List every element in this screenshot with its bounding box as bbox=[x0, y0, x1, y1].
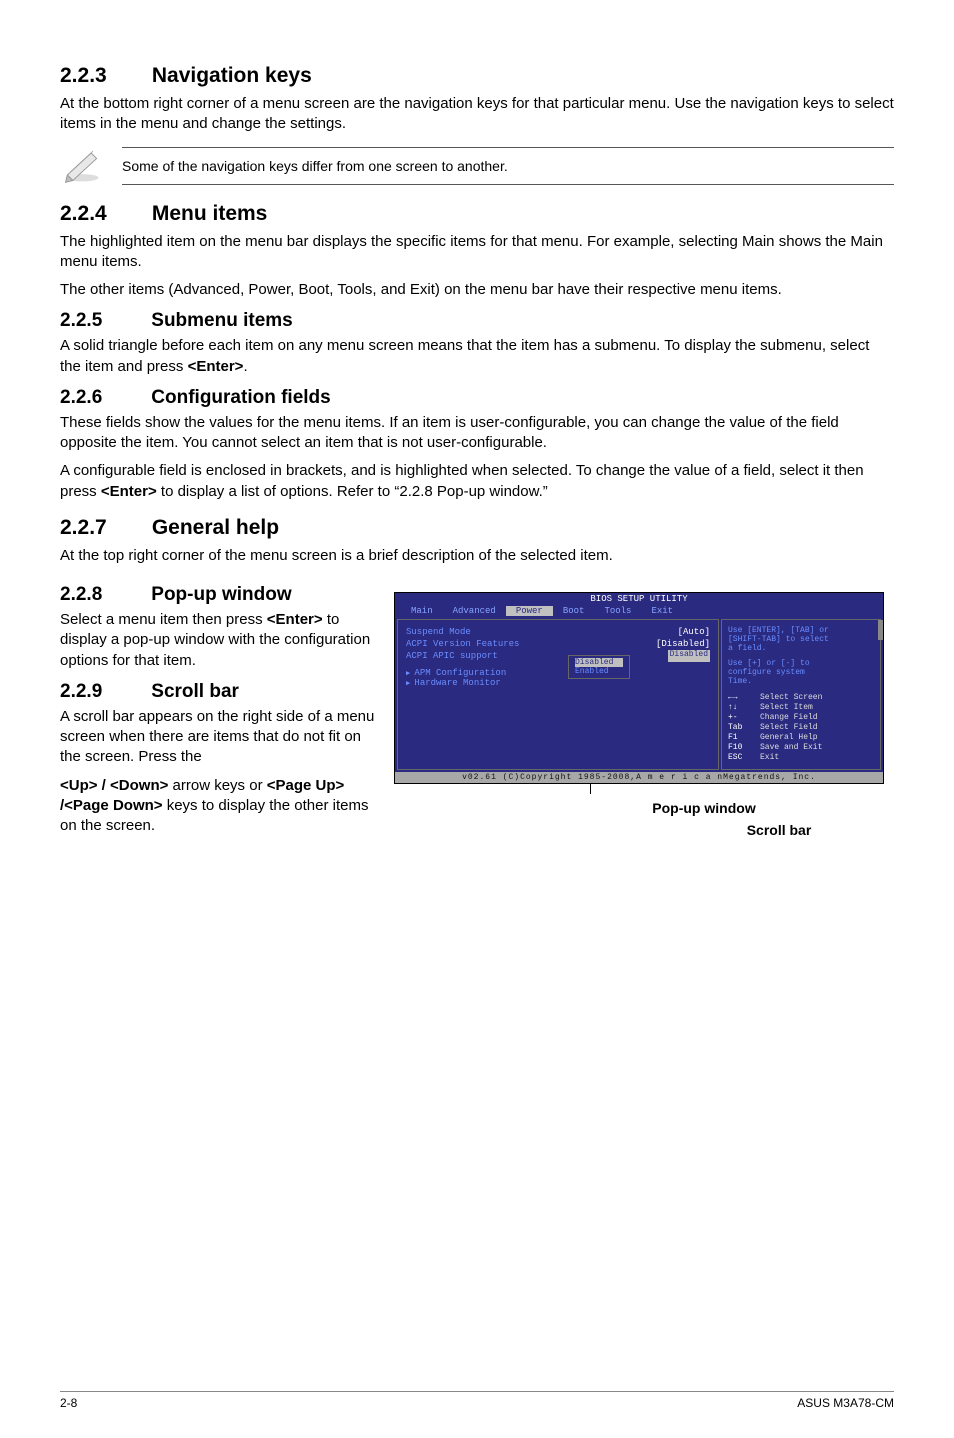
sectitle: Pop-up window bbox=[151, 584, 291, 605]
secnum: 2.2.7 bbox=[60, 516, 146, 540]
sectitle: General help bbox=[152, 516, 279, 539]
caption-popup: Pop-up window bbox=[514, 800, 894, 816]
bios-popup[interactable]: Disabled Enabled bbox=[568, 655, 630, 679]
nav-text: General Help bbox=[760, 733, 818, 743]
bios-screenshot: BIOS SETUP UTILITY Main Advanced Power B… bbox=[394, 592, 884, 784]
bios-help-line: a field. bbox=[728, 644, 874, 653]
nav-key: F1 bbox=[728, 733, 754, 743]
para-226-1: These fields show the values for the men… bbox=[60, 413, 894, 454]
bios-nav-block: ←→ Select Screen ↑↓ Select Item +- Change F… bbox=[728, 693, 874, 763]
nav-text: Select Item bbox=[760, 703, 813, 713]
secnum: 2.2.5 bbox=[60, 310, 146, 332]
text: . bbox=[243, 358, 247, 375]
heading-224: 2.2.4 Menu items bbox=[60, 202, 894, 226]
text: to display a list of options. Refer to “… bbox=[157, 483, 548, 500]
text: arrow keys or bbox=[168, 777, 266, 794]
sectitle: Navigation keys bbox=[152, 64, 312, 87]
para-223-1: At the bottom right corner of a menu scr… bbox=[60, 94, 894, 135]
heading-226: 2.2.6 Configuration fields bbox=[60, 387, 894, 409]
note-row: Some of the navigation keys differ from … bbox=[60, 145, 894, 188]
bios-popup-option[interactable]: Enabled bbox=[575, 667, 623, 676]
bios-tab-tools[interactable]: Tools bbox=[594, 606, 641, 616]
secnum: 2.2.8 bbox=[60, 584, 146, 606]
nav-key: +- bbox=[728, 713, 754, 723]
bios-popup-option[interactable]: Disabled bbox=[575, 658, 623, 667]
bios-row[interactable]: ACPI Version Features [Disabled] bbox=[406, 638, 710, 650]
note-text: Some of the navigation keys differ from … bbox=[122, 147, 894, 185]
para-228-1: Select a menu item then press <Enter> to… bbox=[60, 610, 380, 671]
bios-right-pane: Use [ENTER], [TAB] or [SHIFT-TAB] to sel… bbox=[721, 619, 881, 770]
bios-help-line: Time. bbox=[728, 677, 874, 686]
para-229-1: A scroll bar appears on the right side o… bbox=[60, 707, 380, 768]
text: Select a menu item then press bbox=[60, 611, 267, 628]
key-enter: <Enter> bbox=[188, 358, 244, 375]
nav-key: ↑↓ bbox=[728, 703, 754, 713]
bios-label: ACPI Version Features bbox=[406, 638, 519, 650]
heading-228: 2.2.8 Pop-up window bbox=[60, 584, 380, 606]
nav-key: ←→ bbox=[728, 693, 754, 703]
bios-tab-power[interactable]: Power bbox=[506, 606, 553, 616]
bios-label: ACPI APIC support bbox=[406, 650, 498, 662]
bios-help-line: [SHIFT-TAB] to select bbox=[728, 635, 874, 644]
bios-value: [Disabled] bbox=[656, 638, 710, 650]
secnum: 2.2.3 bbox=[60, 64, 146, 88]
bios-menubar: Main Advanced Power Boot Tools Exit bbox=[395, 605, 883, 617]
sectitle: Scroll bar bbox=[151, 681, 239, 702]
para-225-1: A solid triangle before each item on any… bbox=[60, 336, 894, 377]
pencil-icon bbox=[60, 145, 104, 188]
product-name: ASUS M3A78-CM bbox=[797, 1396, 894, 1410]
caption-scrollbar: Scroll bar bbox=[664, 822, 894, 838]
bios-footer: v02.61 (C)Copyright 1985-2008,A m e r i … bbox=[395, 772, 883, 783]
para-224-1: The highlighted item on the menu bar dis… bbox=[60, 232, 894, 273]
para-224-2: The other items (Advanced, Power, Boot, … bbox=[60, 280, 894, 300]
nav-key: F10 bbox=[728, 743, 754, 753]
bios-tab-exit[interactable]: Exit bbox=[641, 606, 683, 616]
bios-left-pane: Suspend Mode [Auto] ACPI Version Feature… bbox=[397, 619, 719, 770]
bios-help-line: configure system bbox=[728, 668, 874, 677]
key-enter: <Enter> bbox=[101, 483, 157, 500]
heading-227: 2.2.7 General help bbox=[60, 516, 894, 540]
sectitle: Menu items bbox=[152, 202, 268, 225]
nav-key: Tab bbox=[728, 723, 754, 733]
sectitle: Submenu items bbox=[151, 310, 292, 331]
nav-text: Select Field bbox=[760, 723, 818, 733]
bios-submenu[interactable]: Hardware Monitor bbox=[406, 678, 710, 688]
scrollbar-handle[interactable] bbox=[878, 620, 883, 640]
key-enter: <Enter> bbox=[267, 611, 323, 628]
sectitle: Configuration fields bbox=[151, 387, 330, 408]
nav-text: Change Field bbox=[760, 713, 818, 723]
nav-text: Select Screen bbox=[760, 693, 822, 703]
bios-submenu[interactable]: APM Configuration bbox=[406, 668, 710, 678]
bios-help-line: Use [+] or [-] to bbox=[728, 659, 874, 668]
bios-value: [Auto] bbox=[678, 626, 710, 638]
bios-tab-advanced[interactable]: Advanced bbox=[443, 606, 506, 616]
bios-help-line: Use [ENTER], [TAB] or bbox=[728, 626, 874, 635]
heading-225: 2.2.5 Submenu items bbox=[60, 310, 894, 332]
bios-title: BIOS SETUP UTILITY bbox=[395, 593, 883, 605]
text: A solid triangle before each item on any… bbox=[60, 337, 869, 374]
bios-tab-main[interactable]: Main bbox=[401, 606, 443, 616]
para-227-1: At the top right corner of the menu scre… bbox=[60, 546, 894, 566]
page-number: 2-8 bbox=[60, 1396, 77, 1410]
bios-value: Disabled bbox=[668, 650, 710, 662]
para-226-2: A configurable field is enclosed in brac… bbox=[60, 461, 894, 502]
nav-text: Exit bbox=[760, 753, 779, 763]
heading-223: 2.2.3 Navigation keys bbox=[60, 64, 894, 88]
bios-row[interactable]: ACPI APIC support Disabled bbox=[406, 650, 710, 662]
bios-row[interactable]: Suspend Mode [Auto] bbox=[406, 626, 710, 638]
secnum: 2.2.9 bbox=[60, 681, 146, 703]
bios-tab-boot[interactable]: Boot bbox=[553, 606, 595, 616]
heading-229: 2.2.9 Scroll bar bbox=[60, 681, 380, 703]
secnum: 2.2.6 bbox=[60, 387, 146, 409]
secnum: 2.2.4 bbox=[60, 202, 146, 226]
key-updown: <Up> / <Down> bbox=[60, 777, 168, 794]
nav-key: ESC bbox=[728, 753, 754, 763]
bios-label: Suspend Mode bbox=[406, 626, 471, 638]
para-229-2: <Up> / <Down> arrow keys or <Page Up> /<… bbox=[60, 776, 380, 837]
nav-text: Save and Exit bbox=[760, 743, 822, 753]
